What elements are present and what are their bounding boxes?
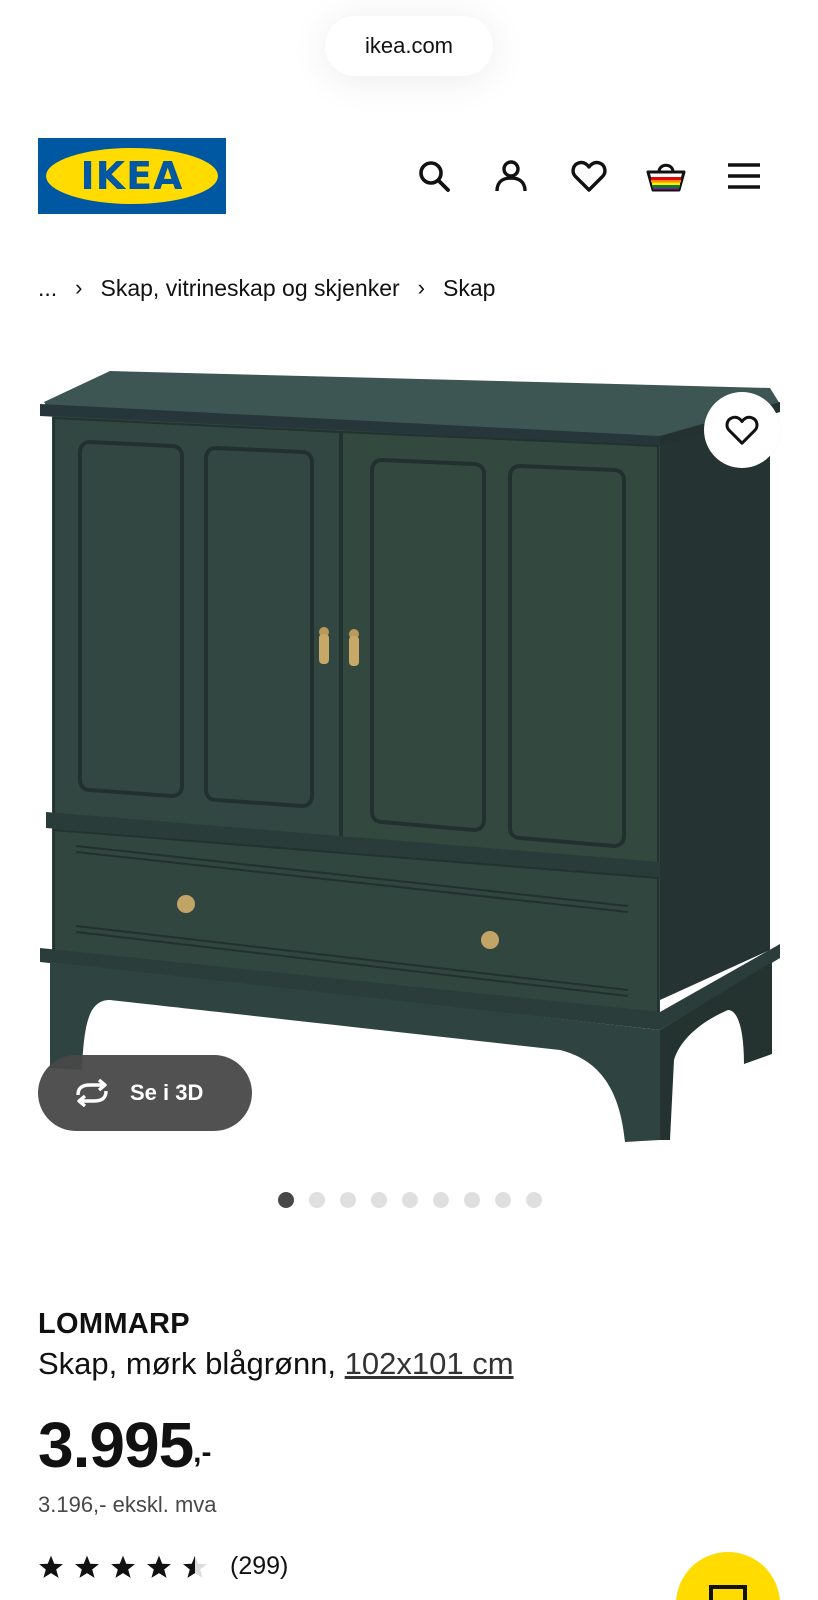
breadcrumb-item-category[interactable]: Skap, vitrineskap og skjenker — [101, 275, 400, 302]
chat-icon — [709, 1585, 747, 1600]
product-dimensions-link[interactable]: 102x101 cm — [345, 1346, 514, 1381]
breadcrumb-ellipsis[interactable]: ... — [38, 275, 57, 302]
star-icon — [147, 1555, 171, 1578]
url-text: ikea.com — [364, 33, 454, 58]
product-description: Skap, mørk blågrønn, 102x101 cm — [38, 1346, 514, 1382]
carousel-dot[interactable] — [526, 1192, 542, 1208]
add-to-favourites-button[interactable] — [704, 392, 780, 468]
view-in-3d-button[interactable]: Se i 3D — [38, 1055, 252, 1131]
rating-stars — [38, 1554, 208, 1580]
product-rating[interactable]: (299) — [38, 1552, 288, 1581]
heart-icon[interactable] — [565, 152, 613, 200]
product-image-gallery[interactable]: Se i 3D — [0, 330, 818, 1180]
carousel-pagination — [278, 1192, 542, 1208]
chevron-right-icon: › — [417, 275, 425, 300]
chevron-right-icon: › — [75, 275, 83, 300]
carousel-dot[interactable] — [309, 1192, 325, 1208]
price-amount: 3.995 — [38, 1409, 194, 1481]
rating-count: (299) — [230, 1552, 289, 1580]
breadcrumb: ... › Skap, vitrineskap og skjenker › Sk… — [38, 272, 495, 304]
half-star-icon — [183, 1555, 207, 1578]
breadcrumb-item-current[interactable]: Skap — [443, 275, 495, 302]
product-image — [40, 371, 780, 1142]
carousel-dot[interactable] — [495, 1192, 511, 1208]
carousel-dot[interactable] — [371, 1192, 387, 1208]
star-icon — [39, 1555, 63, 1578]
carousel-dot[interactable] — [402, 1192, 418, 1208]
heart-icon — [725, 415, 759, 445]
price-excl-vat: 3.196,- ekskl. mva — [38, 1492, 217, 1517]
product-type: Skap, mørk blågrønn, — [38, 1346, 345, 1381]
site-header: IKEA — [38, 138, 780, 214]
ikea-logo[interactable]: IKEA — [38, 138, 226, 214]
product-name: LOMMARP — [38, 1308, 190, 1340]
basket-icon[interactable] — [642, 152, 690, 200]
star-icon — [111, 1555, 135, 1578]
star-icon — [75, 1555, 99, 1578]
price-suffix: ,- — [193, 1436, 212, 1469]
rotate-3d-icon — [76, 1079, 108, 1107]
menu-icon[interactable] — [720, 152, 768, 200]
profile-icon[interactable] — [487, 152, 535, 200]
carousel-dot[interactable] — [278, 1192, 294, 1208]
logo-oval: IKEA — [46, 148, 218, 204]
carousel-dot[interactable] — [340, 1192, 356, 1208]
browser-url-area: ikea.com — [0, 0, 818, 110]
carousel-dot[interactable] — [433, 1192, 449, 1208]
product-price: 3.995 ,- — [38, 1408, 211, 1482]
floating-action-button[interactable] — [676, 1552, 780, 1600]
url-pill[interactable]: ikea.com — [325, 16, 493, 76]
logo-text: IKEA — [80, 154, 184, 198]
view-in-3d-label: Se i 3D — [130, 1080, 204, 1105]
carousel-dot[interactable] — [464, 1192, 480, 1208]
search-icon[interactable] — [410, 152, 458, 200]
